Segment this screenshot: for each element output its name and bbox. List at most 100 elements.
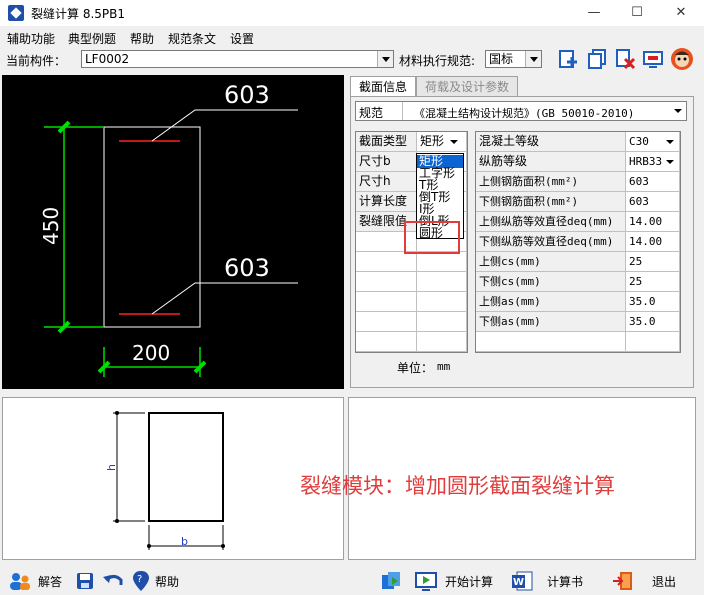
rebar-grade-value: HRB33 [629,155,663,168]
start-calc-icon[interactable] [415,570,437,592]
height-dim-label: 450 [39,207,63,245]
empty-cell [476,332,626,352]
spec-value: 《混凝土结构设计规范》(GB 50010-2010) [414,107,635,120]
title-bar: 裂缝计算 8.5PB1 — ☐ ✕ [0,0,704,26]
preview-dim-dot [115,519,119,523]
top-leader-line [151,109,298,142]
highlight-box [404,221,460,254]
row-label: 下侧cs(mm) [476,272,626,292]
menu-item-code-clauses[interactable]: 规范条文 [168,30,216,47]
concrete-grade-value: C30 [629,135,649,148]
chevron-down-icon[interactable] [672,106,684,116]
top-as-input[interactable]: 35.0 [626,292,680,312]
spec-row: 规范 《混凝土结构设计规范》(GB 50010-2010) [355,101,687,121]
empty-cell [417,252,467,272]
menu-item-examples[interactable]: 典型例题 [68,30,116,47]
answer-button[interactable]: 解答 [38,573,62,590]
preview-section-outline [148,412,224,522]
bottom-leader-line [151,282,298,315]
start-calc-button[interactable]: 开始计算 [445,573,493,590]
bottom-as-input[interactable]: 35.0 [626,312,680,332]
chevron-down-icon[interactable] [525,51,541,67]
report-button[interactable]: 计算书 [547,573,583,590]
row-label: 上侧纵筋等效直径deq(mm) [476,212,626,232]
component-value: LF0002 [85,52,130,66]
tab-section-info[interactable]: 截面信息 [350,76,416,96]
empty-cell [417,312,467,332]
row-label: 截面类型 [356,132,417,152]
minimize-button[interactable]: — [580,4,608,22]
exit-button[interactable]: 退出 [652,573,676,590]
svg-text:W: W [513,577,524,588]
section-info-panel: 规范 《混凝土结构设计规范》(GB 50010-2010) 截面类型 矩形 尺寸… [350,96,694,388]
help-icon[interactable]: ? [131,570,151,592]
rebar-grade-select[interactable]: HRB33 [626,152,680,172]
add-component-icon[interactable] [557,48,579,70]
chevron-down-icon[interactable] [377,51,393,67]
monitor-icon[interactable] [642,48,664,70]
row-label: 上侧as(mm) [476,292,626,312]
width-dim-label: 200 [132,341,170,365]
component-label: 当前构件： [6,54,67,68]
chevron-down-icon[interactable] [664,137,676,147]
empty-cell [626,332,680,352]
preview-b-label: b [181,535,188,548]
row-label: 尺寸h [356,172,417,192]
section-outline [103,126,201,328]
top-cs-input[interactable]: 25 [626,252,680,272]
close-button[interactable]: ✕ [667,4,695,22]
row-label: 下侧纵筋等效直径deq(mm) [476,232,626,252]
section-type-value: 矩形 [420,134,445,148]
preview-dim-dot [115,411,119,415]
section-drawing-canvas: 603 603 450 200 [2,75,344,389]
menu-item-assist[interactable]: 辅助功能 [7,30,55,47]
spec-divider [402,102,403,120]
row-label: 尺寸b [356,152,417,172]
empty-cell [417,292,467,312]
chevron-down-icon[interactable] [664,157,676,167]
section-preview-panel: h b [2,397,344,560]
delete-component-icon[interactable] [614,48,636,70]
app-logo-icon [8,5,24,21]
exit-door-icon[interactable] [612,570,634,592]
empty-cell [417,332,467,352]
bottom-rebar-label: 603 [224,254,270,282]
bottom-deq-input[interactable]: 14.00 [626,232,680,252]
empty-cell [356,272,417,292]
material-spec-select[interactable]: 国标 [485,50,542,68]
undo-icon[interactable] [102,571,124,591]
component-select[interactable]: LF0002 [81,50,394,68]
maximize-button[interactable]: ☐ [623,4,651,22]
concrete-grade-select[interactable]: C30 [626,132,680,152]
chevron-down-icon[interactable] [448,137,460,147]
bottom-rebar-area-input[interactable]: 603 [626,192,680,212]
spec-label: 规范 [359,106,384,120]
empty-cell [356,292,417,312]
tab-load-design-params[interactable]: 荷载及设计参数 [416,76,518,96]
unit-label: 单位： [397,361,434,375]
row-label: 上侧cs(mm) [476,252,626,272]
top-rebar-area-input[interactable]: 603 [626,172,680,192]
menu-item-settings[interactable]: 设置 [230,30,254,47]
material-spec-label: 材料执行规范: [399,54,476,68]
empty-cell [417,272,467,292]
row-label: 计算长度 [356,192,417,212]
menu-item-help[interactable]: 帮助 [130,30,154,47]
feature-announcement: 裂缝模块：增加圆形截面裂缝计算 [300,474,615,498]
word-report-icon[interactable]: W [511,570,533,592]
copy-component-icon[interactable] [586,48,608,70]
section-type-select[interactable]: 矩形 [417,132,467,152]
calc-run-icon[interactable] [380,570,402,592]
answer-icon[interactable] [9,571,31,591]
user-avatar-icon[interactable] [670,47,694,71]
component-toolbar: 当前构件： LF0002 材料执行规范: 国标 [0,46,704,72]
svg-text:?: ? [137,574,142,585]
help-button[interactable]: 帮助 [155,573,179,590]
bottom-cs-input[interactable]: 25 [626,272,680,292]
empty-cell [356,252,417,272]
top-deq-input[interactable]: 14.00 [626,212,680,232]
bottom-toolbar: 解答 ? 帮助 开始计算 W 计算书 退出 [0,566,704,595]
material-spec-value: 国标 [489,52,514,66]
preview-h-label: h [105,464,118,471]
save-icon[interactable] [75,571,95,591]
